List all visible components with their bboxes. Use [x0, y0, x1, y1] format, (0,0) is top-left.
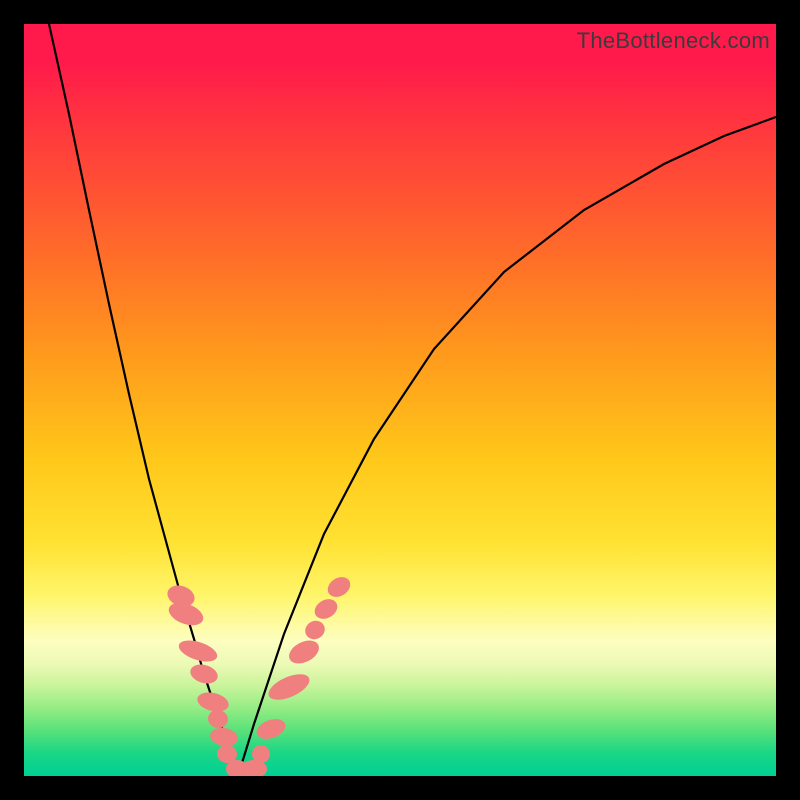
data-bead: [195, 689, 230, 714]
data-bead: [206, 708, 229, 730]
data-bead: [188, 661, 220, 686]
data-bead: [324, 573, 354, 601]
data-bead: [176, 636, 220, 665]
data-beads: [164, 573, 354, 776]
data-bead: [209, 726, 240, 749]
data-bead: [254, 715, 288, 742]
curve-left-branch: [49, 24, 238, 776]
data-bead: [302, 617, 328, 642]
data-bead: [285, 636, 323, 668]
data-bead: [311, 595, 341, 623]
data-bead: [265, 669, 313, 705]
curve-right-branch: [238, 117, 776, 776]
chart-frame: TheBottleneck.com: [24, 24, 776, 776]
bottleneck-curve: [24, 24, 776, 776]
